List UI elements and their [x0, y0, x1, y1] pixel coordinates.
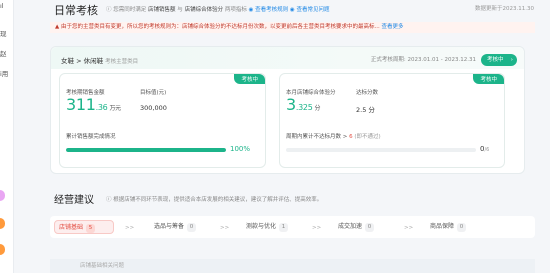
step-store-basics[interactable]: 店铺基础 5 [54, 220, 114, 234]
step-arrow: >> [220, 225, 230, 231]
sales-value: 311.36 万元 [66, 95, 121, 114]
target-value: 300,000 [140, 104, 167, 112]
step-arrow: >> [404, 225, 414, 231]
main-content: 日常考核 ⓘ 您需同时满足 店铺销售额 与 店铺综合体验分 两项指标 ◉ 查看考… [14, 0, 550, 273]
experience-status-tag: 考核中 [473, 74, 504, 84]
info-icon: ⓘ [106, 197, 112, 203]
experience-value: 3.325 分 [286, 95, 321, 114]
fail-months-label: 周期内累计不达标月数 > 6 (即不通过) [286, 134, 381, 140]
info-icon: ⓘ [106, 7, 112, 13]
assessment-period: 正式考核周期: 2023.01.01 - 2023.12.31 [370, 57, 476, 63]
metric-experience-label: 店铺综合体验分 [184, 7, 224, 13]
advice-list-text[interactable]: 店铺基础相关问题 [80, 261, 124, 269]
sidebar-app-icon-orange-2[interactable] [0, 244, 5, 255]
step-testing[interactable]: 测款与优化 1 [242, 220, 302, 234]
note-suffix: 两项指标 [224, 7, 247, 13]
update-time: 数据更新于2023.11.30 [475, 6, 534, 12]
advice-steps: 店铺基础 5 >> 选品与筹备 0 >> 测款与优化 1 >> 成交加速 0 >> 商品… [50, 216, 535, 238]
fail-progress-bar [286, 148, 476, 152]
sidebar-item-3[interactable]: 赵 [0, 50, 7, 58]
store-category-sub: 考核主营类目 [105, 59, 139, 65]
card-header: 女鞋 > 休闲鞋 考核主营类目 正式考核周期: 2023.01.01 - 202… [51, 47, 524, 69]
advice-title: 经营建议 [54, 195, 94, 206]
store-category: 女鞋 > 休闲鞋 考核主营类目 [61, 57, 139, 65]
status-button[interactable]: 考核中 › [481, 54, 517, 66]
pass-score-value: 2.5 分 [356, 106, 375, 114]
step-guarantee[interactable]: 商品保障 0 [426, 220, 486, 234]
sales-progress-label: 累计销售额完成情况 [66, 134, 116, 140]
category-change-alert: ▲ 由于您的主营类目有变更，所以您的考核规则为：店铺综合体验分的不达标月份次数，… [50, 22, 535, 33]
header-note: ⓘ 您需同时满足 店铺销售额 与 店铺综合体验分 两项指标 ◉ 查看考核规则 ◉… [106, 5, 330, 13]
sales-progress-fill [66, 148, 226, 152]
step-count-badge: 0 [457, 223, 467, 232]
sidebar-item-4[interactable]: i用 [0, 70, 8, 78]
sidebar-app-icon-orange[interactable] [0, 218, 5, 229]
page-title: 日常考核 [54, 4, 98, 17]
step-arrow: >> [125, 225, 135, 231]
sales-status-tag: 考核中 [234, 74, 265, 84]
advice-note: ⓘ 根据店铺不同环节表现，提供适合本店发展的相关建议，建议了解并评估、提高效率。 [106, 197, 323, 203]
step-count-badge: 0 [365, 223, 375, 232]
chevron-right-icon: › [510, 57, 513, 63]
sidebar-app-icon-purple[interactable] [0, 190, 5, 201]
alert-text: 由于您的主营类目有变更，所以您的考核规则为：店铺综合体验分的不达标月份次数，以变… [60, 24, 380, 30]
target-label: 目标值(元) [140, 90, 167, 96]
fail-count: 0/6 [480, 145, 490, 153]
rules-link[interactable]: ◉ 查看考核规则 [249, 7, 289, 13]
alert-more-link[interactable]: 查看更多 [381, 24, 403, 30]
note-and: 与 [177, 7, 183, 13]
metric-sales-label: 店铺销售额 [148, 7, 176, 13]
faq-link[interactable]: ◉ 查看常见问题 [290, 7, 330, 13]
step-selection[interactable]: 选品与筹备 0 [150, 220, 210, 234]
advice-list-preview: 店铺基础相关问题 [50, 259, 535, 273]
warning-icon: ▲ [55, 24, 60, 30]
step-count-badge: 1 [279, 223, 289, 232]
left-sidebar: ıl 现 赵 i用 [0, 0, 14, 273]
sidebar-item-1[interactable]: ıl [0, 2, 4, 10]
experience-metric-box: 考核中 本月店铺综合体验分 3.325 分 达标分数 2.5 分 周期内累计不达标… [279, 73, 505, 168]
assessment-card: 女鞋 > 休闲鞋 考核主营类目 正式考核周期: 2023.01.01 - 202… [50, 46, 525, 174]
step-conversion[interactable]: 成交加速 0 [334, 220, 394, 234]
sales-progress-text: 100% [230, 145, 251, 153]
note-prefix: 您需同时满足 [113, 7, 147, 13]
sidebar-item-2[interactable]: 现 [0, 30, 7, 38]
step-count-badge: 0 [187, 223, 197, 232]
step-count-badge: 5 [86, 224, 96, 233]
fail-limit: 6 [349, 134, 353, 140]
sales-progress-bar [66, 148, 226, 152]
step-arrow: >> [312, 225, 322, 231]
pass-score-label: 达标分数 [356, 90, 379, 96]
sales-metric-box: 考核中 考核期销售金额 311.36 万元 目标值(元) 300,000 累计销售… [59, 73, 266, 168]
